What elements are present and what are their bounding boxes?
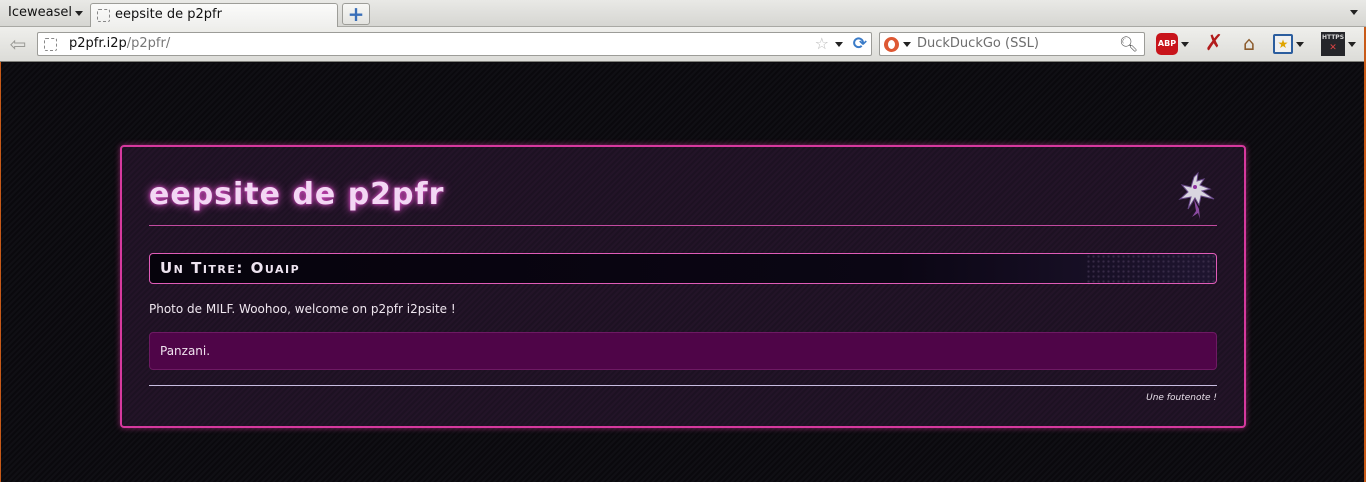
section-header: Un Titre: Ouaip [149,253,1217,284]
app-menu-button[interactable]: Iceweasel [2,2,89,24]
bookmark-star-icon[interactable]: ☆ [815,33,829,55]
page-favicon-icon [97,9,110,22]
app-menu-label: Iceweasel [8,5,72,20]
https-everywhere-icon: HTTPS ✕ [1321,32,1345,56]
tab-list-menu-button[interactable] [1350,10,1358,15]
https-label: HTTPS [1321,34,1345,41]
chevron-down-icon [74,10,83,16]
chevron-down-icon [1296,41,1304,47]
page-favicon-icon [44,38,57,51]
search-bar[interactable]: DuckDuckGo (SSL) 🔍︎ [879,32,1145,56]
https-everywhere-button[interactable]: HTTPS ✕ [1321,32,1356,56]
footer-divider [149,385,1217,386]
bookmarks-icon: ★ [1273,34,1293,54]
tab-active[interactable]: eepsite de p2pfr [90,3,338,27]
search-icon[interactable]: 🔍︎ [1119,33,1138,55]
site-logo-icon [1178,171,1215,219]
back-button[interactable]: ⇦ [4,32,32,56]
site-title: eepsite de p2pfr [149,177,445,212]
title-divider [149,225,1217,226]
adblock-icon: ABP [1156,33,1178,55]
chevron-down-icon [1348,41,1356,47]
new-tab-button[interactable]: + [342,3,370,25]
search-engine-dropdown[interactable] [903,42,911,47]
chevron-down-icon [1181,41,1189,47]
content-card: eepsite de p2pfr Un Titre: Ouaip Photo d… [120,145,1246,428]
tab-title: eepsite de p2pfr [115,7,222,22]
window-border-left [0,62,1,482]
url-host: p2pfr.i2p [69,36,127,51]
url-text[interactable]: p2pfr.i2p/p2pfr/ [69,33,170,55]
noscript-icon: ✗ [1204,31,1224,56]
adblock-button[interactable]: ABP [1156,32,1189,56]
section-title: Un Titre: Ouaip [160,259,301,277]
home-icon: ⌂ [1242,33,1256,55]
url-bar[interactable]: p2pfr.i2p/p2pfr/ ☆ ⟳ [37,32,872,56]
highlight-box: Panzani. [149,332,1217,370]
url-history-dropdown[interactable] [835,42,843,47]
noscript-button[interactable]: ✗ [1203,32,1225,56]
search-input[interactable]: DuckDuckGo (SSL) [917,33,1039,55]
reload-icon[interactable]: ⟳ [853,33,867,55]
plus-icon: + [347,2,365,26]
footnote: Une foutenote ! [1146,393,1217,403]
bookmarks-button[interactable]: ★ [1273,32,1304,56]
home-button[interactable]: ⌂ [1238,32,1260,56]
duckduckgo-icon[interactable] [884,37,899,52]
back-arrow-icon: ⇦ [9,32,27,56]
highlight-text: Panzani. [160,344,211,358]
url-path: /p2pfr/ [126,36,171,51]
page-viewport: eepsite de p2pfr Un Titre: Ouaip Photo d… [1,63,1364,482]
body-paragraph: Photo de MILF. Woohoo, welcome on p2pfr … [149,302,456,316]
tab-bar: Iceweasel eepsite de p2pfr + [0,0,1366,27]
